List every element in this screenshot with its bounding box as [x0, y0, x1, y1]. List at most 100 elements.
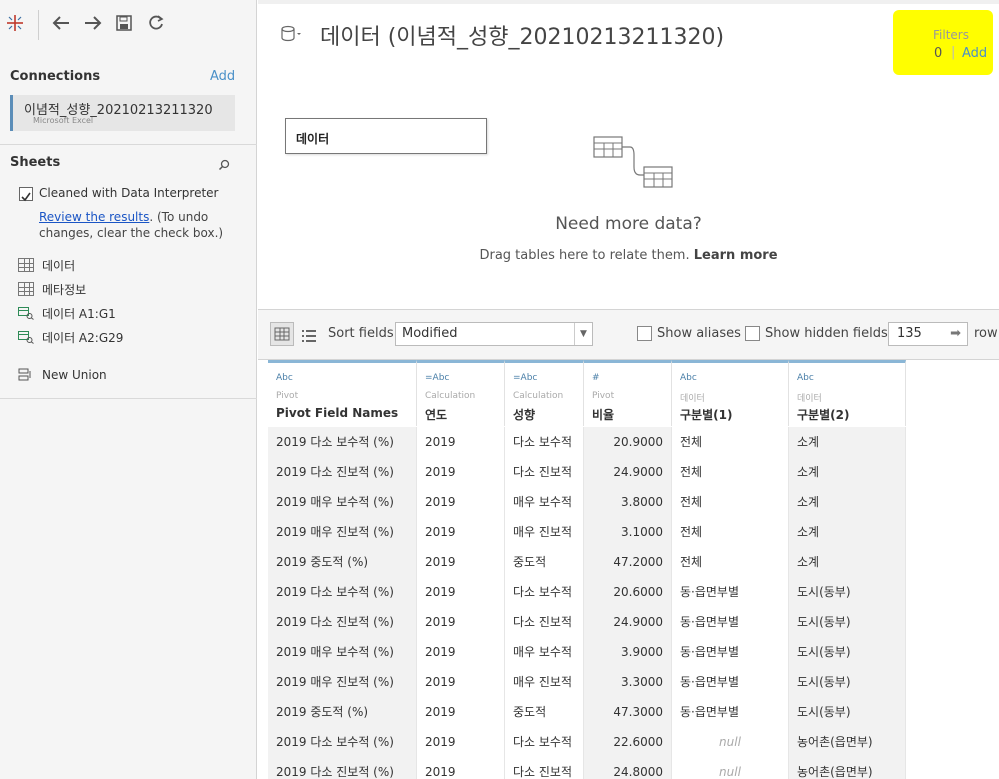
- table-cell[interactable]: 3.9000: [584, 637, 672, 667]
- sheet-item-data[interactable]: 데이터: [18, 256, 75, 274]
- column-header[interactable]: =Abc Calculation 성향: [505, 360, 584, 426]
- tableau-logo-icon[interactable]: [4, 12, 26, 34]
- table-cell[interactable]: 3.3000: [584, 667, 672, 697]
- table-cell[interactable]: 농어촌(읍면부): [789, 727, 906, 757]
- table-cell[interactable]: 다소 진보적: [505, 757, 584, 779]
- table-cell[interactable]: 소계: [789, 547, 906, 577]
- table-cell[interactable]: 전체: [672, 547, 789, 577]
- table-cell[interactable]: 소계: [789, 487, 906, 517]
- table-cell[interactable]: 24.9000: [584, 607, 672, 637]
- table-cell[interactable]: 중도적: [505, 697, 584, 727]
- field-name[interactable]: 연도: [425, 406, 447, 423]
- table-card[interactable]: 데이터: [285, 118, 487, 154]
- interpreter-checkbox[interactable]: [19, 187, 33, 202]
- table-cell[interactable]: 2019 매우 보수적 (%): [268, 487, 417, 517]
- table-cell[interactable]: 도시(동부): [789, 697, 906, 727]
- field-type-icon[interactable]: =Abc: [425, 373, 449, 383]
- sheet-item-range-a2-g29[interactable]: 데이터 A2:G29: [18, 328, 123, 346]
- show-aliases-checkbox[interactable]: [637, 326, 652, 341]
- table-cell[interactable]: 2019 다소 보수적 (%): [268, 577, 417, 607]
- field-name[interactable]: 비율: [592, 406, 614, 423]
- table-cell[interactable]: 24.9000: [584, 457, 672, 487]
- connection-item[interactable]: 이념적_성향_20210213211320 Microsoft Excel: [10, 95, 235, 131]
- table-cell[interactable]: 3.8000: [584, 487, 672, 517]
- table-cell[interactable]: 2019: [417, 667, 505, 697]
- database-icon[interactable]: [280, 25, 302, 47]
- table-cell[interactable]: 다소 진보적: [505, 457, 584, 487]
- column-header[interactable]: Abc 데이터 구분별(2): [789, 360, 906, 426]
- field-name[interactable]: 구분별(1): [680, 406, 732, 423]
- table-cell[interactable]: 2019: [417, 457, 505, 487]
- sheet-item-metadata[interactable]: 메타정보: [18, 280, 86, 298]
- review-results-link[interactable]: Review the results: [39, 210, 149, 224]
- table-cell[interactable]: 2019 중도적 (%): [268, 547, 417, 577]
- table-cell[interactable]: 도시(동부): [789, 667, 906, 697]
- column-header[interactable]: =Abc Calculation 연도: [417, 360, 505, 426]
- table-cell[interactable]: 전체: [672, 457, 789, 487]
- sheet-item-range-a1-g1[interactable]: 데이터 A1:G1: [18, 304, 116, 322]
- table-cell[interactable]: 2019: [417, 427, 505, 457]
- table-cell[interactable]: 2019: [417, 487, 505, 517]
- table-cell[interactable]: 전체: [672, 517, 789, 547]
- table-cell[interactable]: 다소 보수적: [505, 427, 584, 457]
- table-cell[interactable]: 도시(동부): [789, 577, 906, 607]
- table-cell[interactable]: 2019: [417, 607, 505, 637]
- new-union-button[interactable]: New Union: [18, 366, 107, 384]
- table-cell[interactable]: 동·읍면부별: [672, 607, 789, 637]
- refresh-icon[interactable]: [145, 12, 167, 34]
- table-cell[interactable]: 2019: [417, 547, 505, 577]
- table-cell[interactable]: 소계: [789, 457, 906, 487]
- rows-count-input[interactable]: 135 ➡: [888, 322, 968, 346]
- table-cell[interactable]: 2019 다소 보수적 (%): [268, 427, 417, 457]
- table-cell[interactable]: 동·읍면부별: [672, 667, 789, 697]
- field-type-icon[interactable]: #: [592, 373, 600, 383]
- back-icon[interactable]: [50, 12, 72, 34]
- forward-icon[interactable]: [82, 12, 104, 34]
- column-header[interactable]: # Pivot 비율: [584, 360, 672, 426]
- data-source-title[interactable]: 데이터 (이념적_성향_20210213211320): [320, 19, 724, 51]
- field-name[interactable]: 구분별(2): [797, 406, 849, 423]
- field-name[interactable]: 성향: [513, 406, 535, 423]
- table-cell[interactable]: 중도적: [505, 547, 584, 577]
- show-hidden-fields-checkbox[interactable]: [745, 326, 760, 341]
- table-cell[interactable]: 2019: [417, 637, 505, 667]
- table-cell[interactable]: 2019 다소 진보적 (%): [268, 607, 417, 637]
- table-cell[interactable]: 20.9000: [584, 427, 672, 457]
- table-cell[interactable]: 24.8000: [584, 757, 672, 779]
- table-cell[interactable]: 매우 진보적: [505, 667, 584, 697]
- table-cell[interactable]: 다소 보수적: [505, 577, 584, 607]
- table-cell[interactable]: 2019 매우 진보적 (%): [268, 667, 417, 697]
- table-cell[interactable]: 22.6000: [584, 727, 672, 757]
- field-type-icon[interactable]: =Abc: [513, 373, 537, 383]
- table-cell[interactable]: 농어촌(읍면부): [789, 757, 906, 779]
- table-cell[interactable]: 2019 다소 보수적 (%): [268, 727, 417, 757]
- grid-view-button[interactable]: [270, 322, 294, 346]
- table-cell[interactable]: 2019 매우 진보적 (%): [268, 517, 417, 547]
- table-cell[interactable]: 47.2000: [584, 547, 672, 577]
- table-cell[interactable]: 2019 매우 보수적 (%): [268, 637, 417, 667]
- table-cell[interactable]: 47.3000: [584, 697, 672, 727]
- table-cell[interactable]: 전체: [672, 487, 789, 517]
- field-type-icon[interactable]: Abc: [680, 373, 697, 383]
- table-cell[interactable]: null: [672, 727, 789, 757]
- table-cell[interactable]: 매우 보수적: [505, 487, 584, 517]
- table-cell[interactable]: 3.1000: [584, 517, 672, 547]
- table-cell[interactable]: 매우 보수적: [505, 637, 584, 667]
- column-header[interactable]: Abc 데이터 구분별(1): [672, 360, 789, 426]
- table-cell[interactable]: 2019 다소 진보적 (%): [268, 457, 417, 487]
- learn-more-link[interactable]: Learn more: [694, 248, 778, 263]
- add-filter-link[interactable]: Add: [962, 46, 987, 61]
- list-view-icon[interactable]: [302, 327, 316, 346]
- table-cell[interactable]: 다소 진보적: [505, 607, 584, 637]
- table-cell[interactable]: 2019: [417, 517, 505, 547]
- table-cell[interactable]: 다소 보수적: [505, 727, 584, 757]
- table-cell[interactable]: 도시(동부): [789, 637, 906, 667]
- save-icon[interactable]: [113, 12, 135, 34]
- table-cell[interactable]: 2019: [417, 697, 505, 727]
- table-cell[interactable]: 2019: [417, 727, 505, 757]
- table-cell[interactable]: 소계: [789, 427, 906, 457]
- table-cell[interactable]: null: [672, 757, 789, 779]
- table-cell[interactable]: 20.6000: [584, 577, 672, 607]
- field-type-icon[interactable]: Abc: [276, 373, 293, 383]
- table-cell[interactable]: 전체: [672, 427, 789, 457]
